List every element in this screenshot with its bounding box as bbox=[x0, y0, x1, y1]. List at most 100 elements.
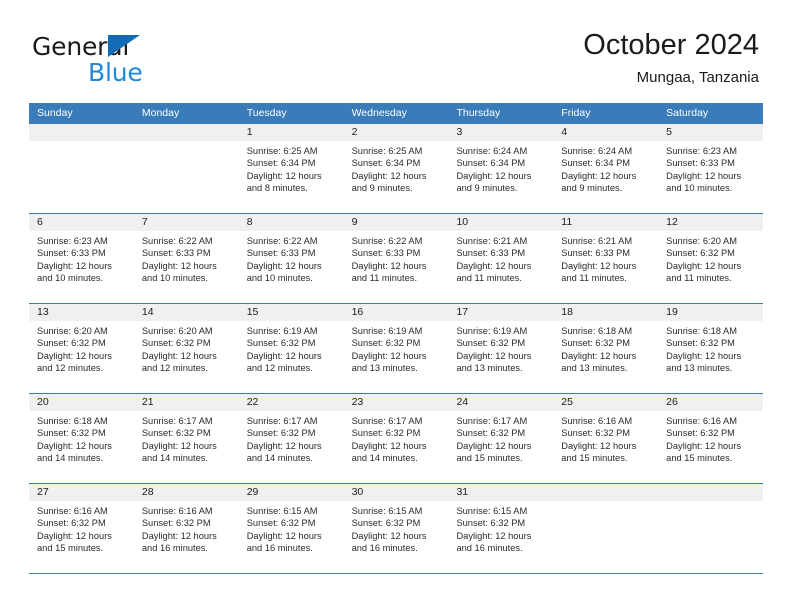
weekday-header-wednesday: Wednesday bbox=[351, 107, 407, 119]
day-number: 13 bbox=[29, 304, 134, 321]
sunrise-text: Sunrise: 6:22 AM bbox=[246, 236, 318, 246]
sunset-text: Sunset: 6:32 PM bbox=[246, 338, 316, 349]
sunset-text: Sunset: 6:33 PM bbox=[141, 248, 211, 259]
day-cell[interactable]: 7 Sunrise: 6:22 AM Sunset: 6:33 PM Daylight… bbox=[133, 214, 239, 303]
day-number bbox=[553, 484, 659, 501]
day-cell[interactable]: 28 Sunrise: 6:16 AM Sunset: 6:32 PM Dayligh… bbox=[133, 484, 239, 573]
day-cell[interactable]: 2 Sunrise: 6:25 AM Sunset: 6:34 PM Daylight… bbox=[343, 124, 449, 213]
page-title: October 2024 bbox=[583, 29, 759, 61]
sunset-text: Sunset: 6:33 PM bbox=[666, 158, 735, 169]
sunrise-text: Sunrise: 6:22 AM bbox=[141, 236, 213, 246]
calendar-weeks: 1 Sunrise: 6:25 AM Sunset: 6:34 PM Daylight… bbox=[29, 124, 764, 574]
day-cell[interactable]: 15 Sunrise: 6:19 AM Sunset: 6:32 PM Dayligh… bbox=[238, 304, 344, 393]
daylight-text-line1: Daylight: 12 hours bbox=[561, 170, 637, 181]
calendar-page: General Blue October 2024 Mungaa, Tanzan… bbox=[0, 0, 792, 612]
sunrise-text: Sunrise: 6:16 AM bbox=[37, 506, 108, 516]
sunset-text: Sunset: 6:33 PM bbox=[561, 248, 631, 259]
sunset-text: Sunset: 6:32 PM bbox=[351, 338, 421, 349]
day-number: 15 bbox=[238, 304, 344, 321]
daylight-text-line1: Daylight: 12 hours bbox=[351, 350, 427, 361]
daylight-text-line2: and 15 minutes. bbox=[456, 453, 523, 464]
day-cell[interactable]: 6 Sunrise: 6:23 AM Sunset: 6:33 PM Daylight… bbox=[29, 214, 134, 303]
day-sun-info: Sunrise: 6:24 AM Sunset: 6:34 PM Daylight:… bbox=[448, 141, 553, 195]
day-sun-info: Sunrise: 6:16 AM Sunset: 6:32 PM Daylight:… bbox=[658, 411, 763, 465]
sunset-text: Sunset: 6:32 PM bbox=[141, 338, 211, 349]
day-cell[interactable]: 11 Sunrise: 6:21 AM Sunset: 6:33 PM Dayligh… bbox=[553, 214, 659, 303]
sunset-text: Sunset: 6:34 PM bbox=[561, 158, 631, 169]
day-number: 24 bbox=[448, 394, 554, 411]
weekday-header-saturday: Saturday bbox=[666, 107, 709, 119]
day-cell[interactable]: 22 Sunrise: 6:17 AM Sunset: 6:32 PM Dayligh… bbox=[238, 394, 344, 483]
sunrise-text: Sunrise: 6:17 AM bbox=[141, 416, 213, 426]
daylight-text-line1: Daylight: 12 hours bbox=[351, 530, 427, 541]
day-cell[interactable]: 31 Sunrise: 6:15 AM Sunset: 6:32 PM Dayligh… bbox=[448, 484, 554, 573]
day-cell[interactable]: 5 Sunrise: 6:23 AM Sunset: 6:33 PM Daylight… bbox=[658, 124, 764, 213]
daylight-text-line2: and 11 minutes. bbox=[561, 273, 627, 284]
daylight-text-line1: Daylight: 12 hours bbox=[351, 440, 427, 451]
day-number bbox=[29, 124, 134, 141]
day-cell[interactable]: 9 Sunrise: 6:22 AM Sunset: 6:33 PM Daylight… bbox=[343, 214, 449, 303]
sunset-text: Sunset: 6:32 PM bbox=[561, 428, 631, 439]
day-sun-info: Sunrise: 6:19 AM Sunset: 6:32 PM Daylight:… bbox=[344, 321, 449, 375]
title-block: October 2024 Mungaa, Tanzania bbox=[583, 28, 759, 88]
sunrise-text: Sunrise: 6:25 AM bbox=[351, 146, 423, 156]
sunrise-text: Sunrise: 6:23 AM bbox=[37, 236, 108, 246]
sunset-text: Sunset: 6:32 PM bbox=[351, 518, 421, 529]
day-cell[interactable]: 14 Sunrise: 6:20 AM Sunset: 6:32 PM Dayligh… bbox=[133, 304, 239, 393]
day-sun-info: Sunrise: 6:19 AM Sunset: 6:32 PM Daylight:… bbox=[239, 321, 344, 375]
sunrise-text: Sunrise: 6:24 AM bbox=[561, 146, 633, 156]
general-blue-logo[interactable]: General Blue bbox=[32, 32, 252, 88]
daylight-text-line2: and 10 minutes. bbox=[666, 183, 733, 194]
sunset-text: Sunset: 6:34 PM bbox=[351, 158, 421, 169]
daylight-text-line2: and 12 minutes. bbox=[141, 363, 209, 374]
daylight-text-line1: Daylight: 12 hours bbox=[141, 440, 217, 451]
sunrise-text: Sunrise: 6:16 AM bbox=[666, 416, 737, 426]
day-cell[interactable]: 8 Sunrise: 6:22 AM Sunset: 6:33 PM Daylight… bbox=[238, 214, 344, 303]
day-cell[interactable]: 24 Sunrise: 6:17 AM Sunset: 6:32 PM Dayligh… bbox=[448, 394, 554, 483]
sunrise-text: Sunrise: 6:17 AM bbox=[456, 416, 528, 426]
sunrise-text: Sunrise: 6:23 AM bbox=[666, 146, 737, 156]
day-cell[interactable]: 4 Sunrise: 6:24 AM Sunset: 6:34 PM Daylight… bbox=[553, 124, 659, 213]
daylight-text-line2: and 11 minutes. bbox=[666, 273, 732, 284]
daylight-text-line1: Daylight: 12 hours bbox=[246, 440, 322, 451]
sunset-text: Sunset: 6:33 PM bbox=[37, 248, 106, 259]
day-cell[interactable]: 21 Sunrise: 6:17 AM Sunset: 6:32 PM Dayligh… bbox=[133, 394, 239, 483]
day-cell[interactable]: 3 Sunrise: 6:24 AM Sunset: 6:34 PM Daylight… bbox=[448, 124, 554, 213]
day-cell[interactable]: 18 Sunrise: 6:18 AM Sunset: 6:32 PM Dayligh… bbox=[553, 304, 659, 393]
day-cell[interactable]: 30 Sunrise: 6:15 AM Sunset: 6:32 PM Dayligh… bbox=[343, 484, 449, 573]
page-subtitle: Mungaa, Tanzania bbox=[636, 69, 759, 86]
sunset-text: Sunset: 6:32 PM bbox=[246, 428, 316, 439]
day-cell[interactable]: 19 Sunrise: 6:18 AM Sunset: 6:32 PM Dayligh… bbox=[658, 304, 764, 393]
day-sun-info: Sunrise: 6:22 AM Sunset: 6:33 PM Daylight:… bbox=[134, 231, 239, 285]
day-sun-info: Sunrise: 6:22 AM Sunset: 6:33 PM Daylight:… bbox=[239, 231, 344, 285]
day-cell[interactable]: 17 Sunrise: 6:19 AM Sunset: 6:32 PM Dayligh… bbox=[448, 304, 554, 393]
weekday-header-tuesday: Tuesday bbox=[246, 107, 287, 119]
day-cell[interactable]: 12 Sunrise: 6:20 AM Sunset: 6:32 PM Dayligh… bbox=[658, 214, 764, 303]
sunrise-text: Sunrise: 6:15 AM bbox=[456, 506, 528, 516]
sunrise-text: Sunrise: 6:20 AM bbox=[37, 326, 108, 336]
daylight-text-line1: Daylight: 12 hours bbox=[456, 170, 532, 181]
daylight-text-line2: and 15 minutes. bbox=[666, 453, 733, 464]
day-sun-info: Sunrise: 6:22 AM Sunset: 6:33 PM Daylight:… bbox=[344, 231, 449, 285]
day-number: 16 bbox=[343, 304, 449, 321]
daylight-text-line1: Daylight: 12 hours bbox=[561, 350, 637, 361]
day-number: 21 bbox=[133, 394, 239, 411]
daylight-text-line1: Daylight: 12 hours bbox=[561, 260, 637, 271]
day-cell[interactable]: 26 Sunrise: 6:16 AM Sunset: 6:32 PM Dayligh… bbox=[658, 394, 764, 483]
sunrise-text: Sunrise: 6:18 AM bbox=[561, 326, 633, 336]
day-sun-info: Sunrise: 6:20 AM Sunset: 6:32 PM Daylight:… bbox=[29, 321, 134, 375]
sunset-text: Sunset: 6:32 PM bbox=[666, 428, 735, 439]
day-cell[interactable]: 16 Sunrise: 6:19 AM Sunset: 6:32 PM Dayligh… bbox=[343, 304, 449, 393]
day-cell[interactable]: 27 Sunrise: 6:16 AM Sunset: 6:32 PM Dayligh… bbox=[29, 484, 134, 573]
day-cell[interactable]: 20 Sunrise: 6:18 AM Sunset: 6:32 PM Dayligh… bbox=[29, 394, 134, 483]
day-cell[interactable]: 25 Sunrise: 6:16 AM Sunset: 6:32 PM Dayligh… bbox=[553, 394, 659, 483]
day-sun-info: Sunrise: 6:17 AM Sunset: 6:32 PM Daylight:… bbox=[448, 411, 553, 465]
daylight-text-line2: and 14 minutes. bbox=[351, 453, 418, 464]
sunset-text: Sunset: 6:34 PM bbox=[246, 158, 316, 169]
day-cell[interactable]: 23 Sunrise: 6:17 AM Sunset: 6:32 PM Dayligh… bbox=[343, 394, 449, 483]
day-cell[interactable]: 13 Sunrise: 6:20 AM Sunset: 6:32 PM Dayligh… bbox=[29, 304, 134, 393]
day-cell[interactable]: 10 Sunrise: 6:21 AM Sunset: 6:33 PM Dayligh… bbox=[448, 214, 554, 303]
daylight-text-line2: and 12 minutes. bbox=[37, 363, 104, 374]
day-cell[interactable]: 1 Sunrise: 6:25 AM Sunset: 6:34 PM Daylight… bbox=[238, 124, 344, 213]
day-cell[interactable]: 29 Sunrise: 6:15 AM Sunset: 6:32 PM Dayligh… bbox=[238, 484, 344, 573]
